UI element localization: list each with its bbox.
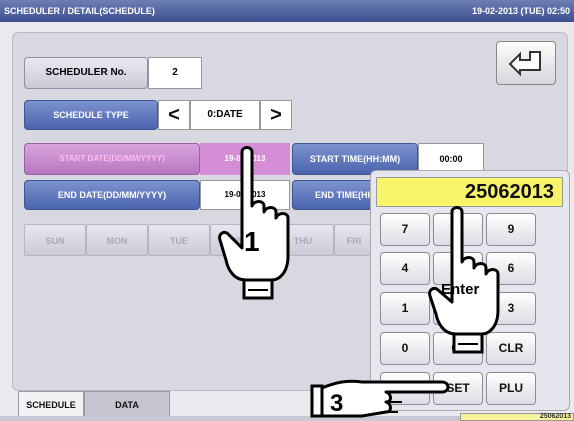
back-button[interactable]: [496, 41, 556, 85]
end-date-label: END DATE(DD/MM/YYYY): [24, 180, 200, 210]
key-7[interactable]: 7: [380, 213, 430, 246]
pointing-hand-icon: [310, 379, 450, 418]
schedule-type-value: 0:DATE: [190, 100, 260, 130]
datetime-display: 19-02-2013 (TUE) 02:50: [471, 6, 570, 16]
enter-label: Enter: [441, 281, 480, 298]
step-3-label: 3: [330, 390, 344, 417]
title-bar: SCHEDULER / DETAIL(SCHEDULE) 19-02-2013 …: [0, 0, 574, 22]
tab-data[interactable]: DATA: [84, 391, 170, 417]
schedule-type-label: SCHEDULE TYPE: [24, 100, 158, 130]
schedule-type-next-button[interactable]: >: [260, 100, 292, 130]
day-button-fri[interactable]: FRI: [334, 224, 374, 256]
tab-schedule[interactable]: SCHEDULE: [18, 391, 84, 417]
day-of-week-row: SUN MON TUE WED THU FRI: [24, 224, 374, 258]
status-value: 25062013: [460, 413, 574, 421]
day-button-mon[interactable]: MON: [86, 224, 148, 256]
key-plu[interactable]: PLU: [486, 372, 536, 405]
window-title: SCHEDULER / DETAIL(SCHEDULE): [4, 6, 155, 16]
back-arrow-icon: [508, 51, 541, 77]
day-button-sun[interactable]: SUN: [24, 224, 86, 256]
key-1[interactable]: 1: [380, 292, 430, 325]
key-4[interactable]: 4: [380, 252, 430, 285]
start-date-label: START DATE(DD/MM/YYYY): [24, 143, 200, 175]
day-button-tue[interactable]: TUE: [148, 224, 210, 256]
scheduler-no-value[interactable]: 2: [148, 57, 202, 89]
scheduler-no-label: SCHEDULER No.: [24, 57, 148, 89]
pointing-hand-icon: [218, 146, 290, 300]
schedule-type-prev-button[interactable]: <: [158, 100, 190, 130]
keypad-display: 25062013: [376, 177, 563, 207]
step-1-label: 1: [244, 226, 260, 257]
key-0[interactable]: 0: [380, 332, 430, 365]
